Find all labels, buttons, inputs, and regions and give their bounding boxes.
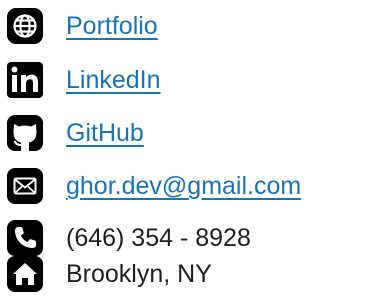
- contact-item-portfolio: Portfolio: [0, 6, 381, 46]
- location-text: Brooklyn, NY: [66, 260, 212, 288]
- envelope-icon: [7, 168, 43, 204]
- contact-item-github: GitHub: [0, 113, 381, 153]
- contact-item-linkedin: LinkedIn: [0, 60, 381, 100]
- portfolio-link[interactable]: Portfolio: [66, 6, 158, 46]
- github-icon: [7, 115, 43, 151]
- linkedin-icon: [7, 62, 43, 98]
- contact-item-phone: (646) 354 - 8928: [0, 218, 381, 258]
- phone-number: (646) 354 - 8928: [66, 224, 251, 252]
- contact-list: Portfolio LinkedIn GitHub ghor.dev@gmail…: [0, 0, 381, 304]
- email-link[interactable]: ghor.dev@gmail.com: [66, 166, 301, 206]
- linkedin-link[interactable]: LinkedIn: [66, 60, 161, 100]
- github-link[interactable]: GitHub: [66, 113, 144, 153]
- contact-item-email: ghor.dev@gmail.com: [0, 166, 381, 206]
- contact-item-location: Brooklyn, NY: [0, 254, 381, 294]
- phone-icon: [7, 220, 43, 256]
- globe-icon: [7, 8, 43, 44]
- home-icon: [7, 256, 43, 292]
